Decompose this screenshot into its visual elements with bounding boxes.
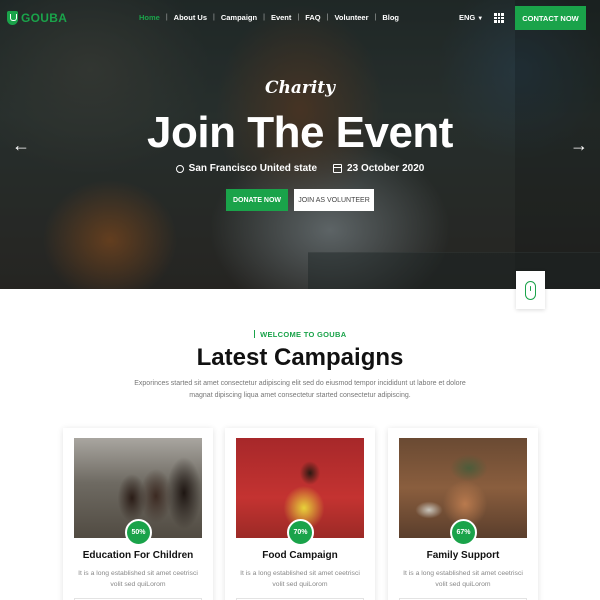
location-pin-icon [175,164,184,173]
top-navigation: GOUBA Home | About Us | Campaign | Event… [0,0,600,36]
grid-icon[interactable] [494,13,504,23]
campaign-title[interactable]: Education For Children [63,550,213,561]
event-location: San Francisco United state [188,163,318,174]
hero-banner: GOUBA Home | About Us | Campaign | Event… [0,0,600,289]
nav-item-blog[interactable]: Blog [382,13,399,22]
campaign-card[interactable]: 50% Education For Children It is a long … [63,428,213,600]
campaign-card[interactable]: 67% Family Support It is a long establis… [388,428,538,600]
donate-now-button[interactable]: DONATE NOW [226,189,288,211]
nav-separator: | [297,14,300,21]
nav-separator: | [263,14,265,21]
nav-item-campaign[interactable]: Campaign [221,13,257,22]
event-date: 23 October 2020 [347,163,425,174]
chevron-down-icon: ▼ [477,16,484,22]
nav-item-event[interactable]: Event [271,13,291,22]
welcome-text: WELCOME TO GOUBA [260,330,347,339]
campaign-title[interactable]: Food Campaign [225,550,375,561]
nav-separator: | [213,14,215,21]
language-label: ENG [459,13,476,22]
contact-now-button[interactable]: CONTACT NOW [515,6,586,30]
progress-badge: 67% [450,519,477,546]
progress-badge: 70% [287,519,314,546]
campaign-card[interactable]: 70% Food Campaign It is a long establish… [225,428,375,600]
join-volunteer-button[interactable]: JOIN AS VOLUNTEER [294,189,374,211]
hero-tagline: Charity [264,78,336,98]
nav-separator: | [326,14,329,21]
main-menu: Home | About Us | Campaign | Event | FAQ… [139,13,399,22]
nav-separator: | [165,14,168,21]
eyebrow-bar [253,330,256,338]
nav-item-faq[interactable]: FAQ [305,13,320,22]
logo[interactable]: GOUBA [7,11,67,25]
nav-item-home[interactable]: Home [139,13,160,22]
scroll-down-button[interactable] [516,271,545,309]
campaign-text: It is a long established sit amet ceetri… [78,570,198,588]
campaign-title[interactable]: Family Support [388,550,538,561]
nav-separator: | [374,14,377,21]
calendar-icon [333,164,343,173]
hero-title: Join The Event [147,108,453,157]
campaign-text: It is a long established sit amet ceetri… [403,570,523,588]
section-title: Latest Campaigns [196,344,404,371]
nav-item-volunteer[interactable]: Volunteer [334,13,368,22]
event-meta: San Francisco United state 23 October 20… [0,163,600,174]
mouse-icon [525,280,536,300]
hero-actions: DONATE NOW JOIN AS VOLUNTEER [0,189,600,211]
progress-badge: 50% [125,519,152,546]
logo-text: GOUBA [21,11,68,25]
language-selector[interactable]: ENG ▼ [459,13,483,22]
campaign-text: It is a long established sit amet ceetri… [240,570,360,588]
section-description: Exporinces started sit amet consectetur … [134,380,466,399]
nav-item-about-us[interactable]: About Us [174,13,207,22]
section-eyebrow: WELCOME TO GOUBA [0,330,600,339]
shield-icon [7,11,18,25]
